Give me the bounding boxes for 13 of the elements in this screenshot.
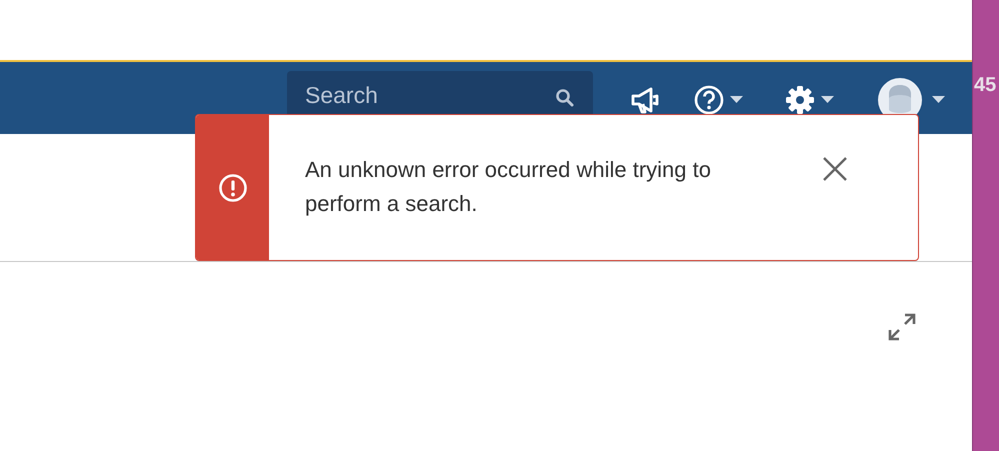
megaphone-icon[interactable]: [630, 85, 660, 115]
caret-icon: [932, 96, 945, 104]
expand-icon[interactable]: [888, 313, 916, 341]
settings-menu-button[interactable]: [785, 85, 834, 115]
notification-message: An unknown error occurred while trying to perform a search.: [305, 156, 712, 218]
edge-text: 45: [974, 73, 996, 98]
help-menu-button[interactable]: [694, 85, 743, 115]
close-button[interactable]: [821, 155, 849, 183]
close-icon: [823, 157, 847, 181]
exclamation-icon: [218, 172, 248, 202]
search-icon[interactable]: [555, 88, 575, 108]
caret-icon: [730, 96, 743, 104]
caret-icon: [821, 96, 834, 104]
